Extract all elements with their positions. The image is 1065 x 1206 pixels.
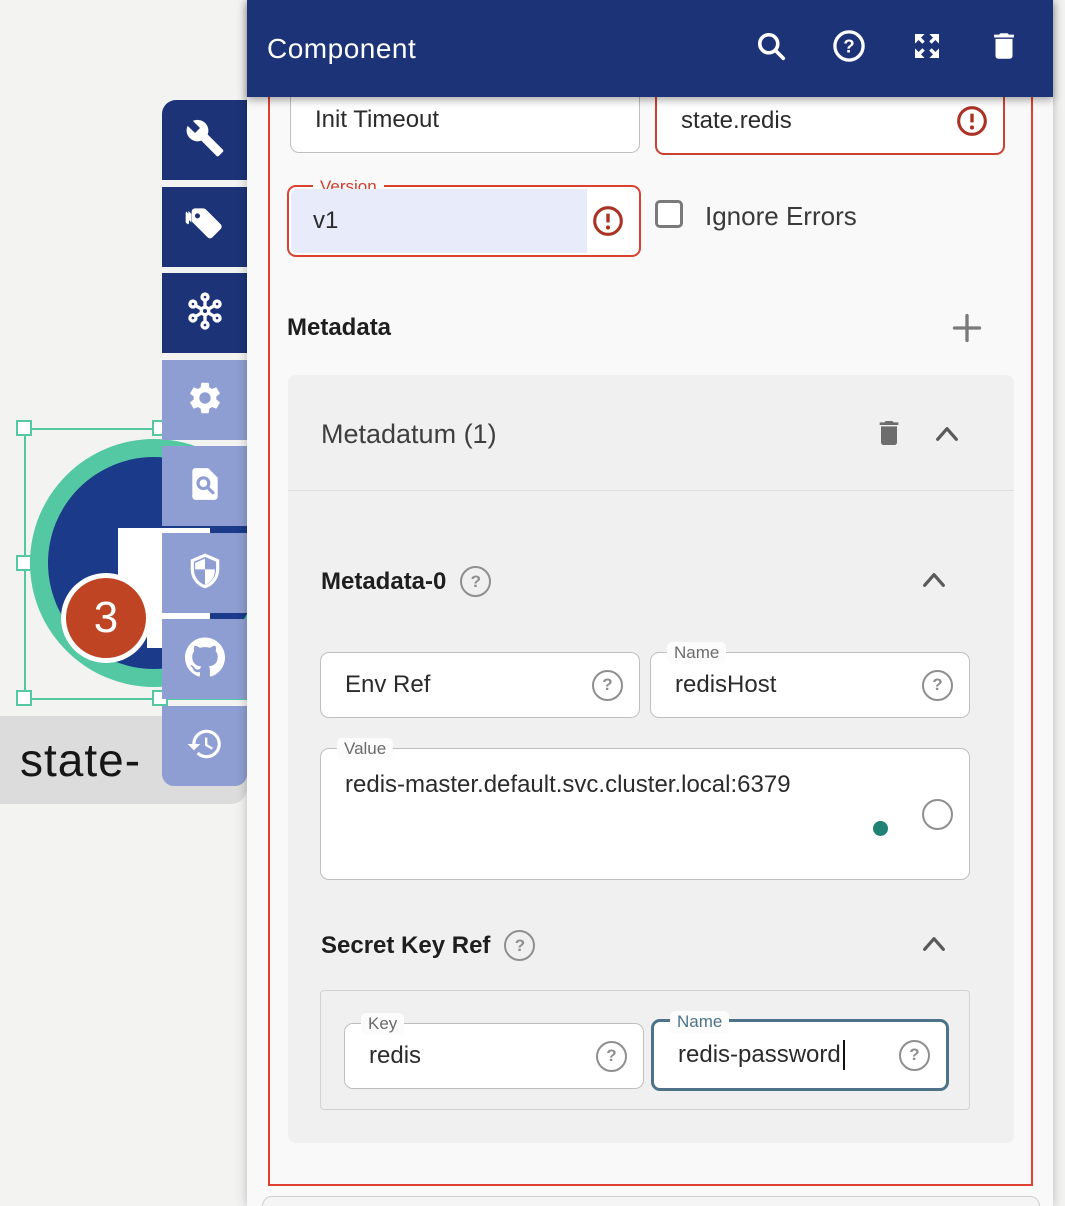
github-icon bbox=[185, 637, 225, 682]
resize-handle[interactable] bbox=[16, 420, 32, 436]
shield-icon bbox=[186, 552, 224, 595]
search-icon[interactable] bbox=[753, 28, 789, 69]
metadatum-title: Metadatum (1) bbox=[321, 419, 497, 450]
help-icon[interactable]: ? bbox=[922, 670, 953, 701]
resize-handle[interactable] bbox=[16, 690, 32, 706]
history-button[interactable] bbox=[162, 706, 247, 786]
security-button[interactable] bbox=[162, 533, 247, 613]
svg-text:?: ? bbox=[843, 36, 854, 57]
key-label: Key bbox=[361, 1013, 404, 1035]
help-icon[interactable]: ? bbox=[899, 1040, 930, 1071]
ignore-errors-label: Ignore Errors bbox=[705, 201, 857, 232]
network-hub-icon bbox=[184, 290, 226, 337]
help-icon[interactable]: ? bbox=[592, 670, 623, 701]
settings-button[interactable] bbox=[162, 360, 247, 440]
version-field[interactable]: Version v1 bbox=[287, 185, 641, 257]
next-section-card[interactable] bbox=[262, 1196, 1040, 1206]
fullscreen-icon[interactable] bbox=[909, 28, 945, 69]
chevron-up-icon[interactable] bbox=[931, 421, 963, 452]
error-icon bbox=[955, 104, 989, 138]
error-icon bbox=[591, 204, 625, 238]
panel-header: Component ? bbox=[247, 0, 1053, 97]
metadatum-card: Metadatum (1) Metadata-0 ? Env Ref bbox=[288, 375, 1014, 1143]
metadata-name-field[interactable]: Name redisHost ? bbox=[650, 652, 970, 718]
plus-icon[interactable] bbox=[947, 308, 987, 353]
help-icon[interactable] bbox=[922, 799, 953, 830]
value-label: Value bbox=[337, 738, 393, 760]
help-icon[interactable]: ? bbox=[460, 566, 491, 597]
help-icon[interactable]: ? bbox=[504, 930, 535, 961]
metadata-value-field[interactable]: Value redis-master.default.svc.cluster.l… bbox=[320, 748, 970, 880]
drag-dot[interactable] bbox=[873, 821, 888, 836]
key-field[interactable]: Key redis ? bbox=[344, 1023, 644, 1089]
secret-key-ref-heading: Secret Key Ref ? bbox=[321, 930, 535, 961]
gear-icon bbox=[186, 379, 224, 422]
configure-button[interactable] bbox=[162, 100, 247, 180]
history-icon bbox=[186, 725, 224, 768]
panel-title: Component bbox=[267, 33, 416, 65]
name-label: Name bbox=[667, 642, 726, 664]
help-icon[interactable]: ? bbox=[596, 1041, 627, 1072]
help-icon[interactable]: ? bbox=[831, 28, 867, 69]
trash-icon[interactable] bbox=[873, 417, 905, 454]
delete-icon[interactable] bbox=[987, 29, 1021, 68]
ignore-errors-checkbox[interactable] bbox=[655, 200, 683, 228]
error-count-badge[interactable]: 3 bbox=[61, 573, 151, 663]
component-panel: Init Timeout state.redis Version v1 Igno… bbox=[247, 0, 1053, 1206]
env-ref-field[interactable]: Env Ref ? bbox=[320, 652, 640, 718]
source-button[interactable] bbox=[162, 619, 247, 699]
component-form: Init Timeout state.redis Version v1 Igno… bbox=[247, 0, 1053, 1206]
name-label: Name bbox=[670, 1011, 729, 1033]
inspect-button[interactable] bbox=[162, 446, 247, 526]
tag-icon bbox=[185, 205, 225, 250]
chevron-up-icon[interactable] bbox=[918, 931, 950, 962]
wrench-icon bbox=[185, 118, 225, 163]
metadata-heading: Metadata bbox=[287, 314, 391, 342]
secret-name-field[interactable]: Name redis-password ? bbox=[651, 1019, 949, 1091]
text-cursor bbox=[843, 1040, 845, 1070]
chevron-up-icon[interactable] bbox=[918, 567, 950, 598]
relationships-button[interactable] bbox=[162, 273, 247, 353]
secret-key-ref-group: Key redis ? Name redis-password ? bbox=[320, 990, 970, 1110]
metadata0-heading: Metadata-0 ? bbox=[321, 566, 491, 597]
tags-button[interactable] bbox=[162, 187, 247, 267]
doc-search-icon bbox=[186, 465, 224, 508]
